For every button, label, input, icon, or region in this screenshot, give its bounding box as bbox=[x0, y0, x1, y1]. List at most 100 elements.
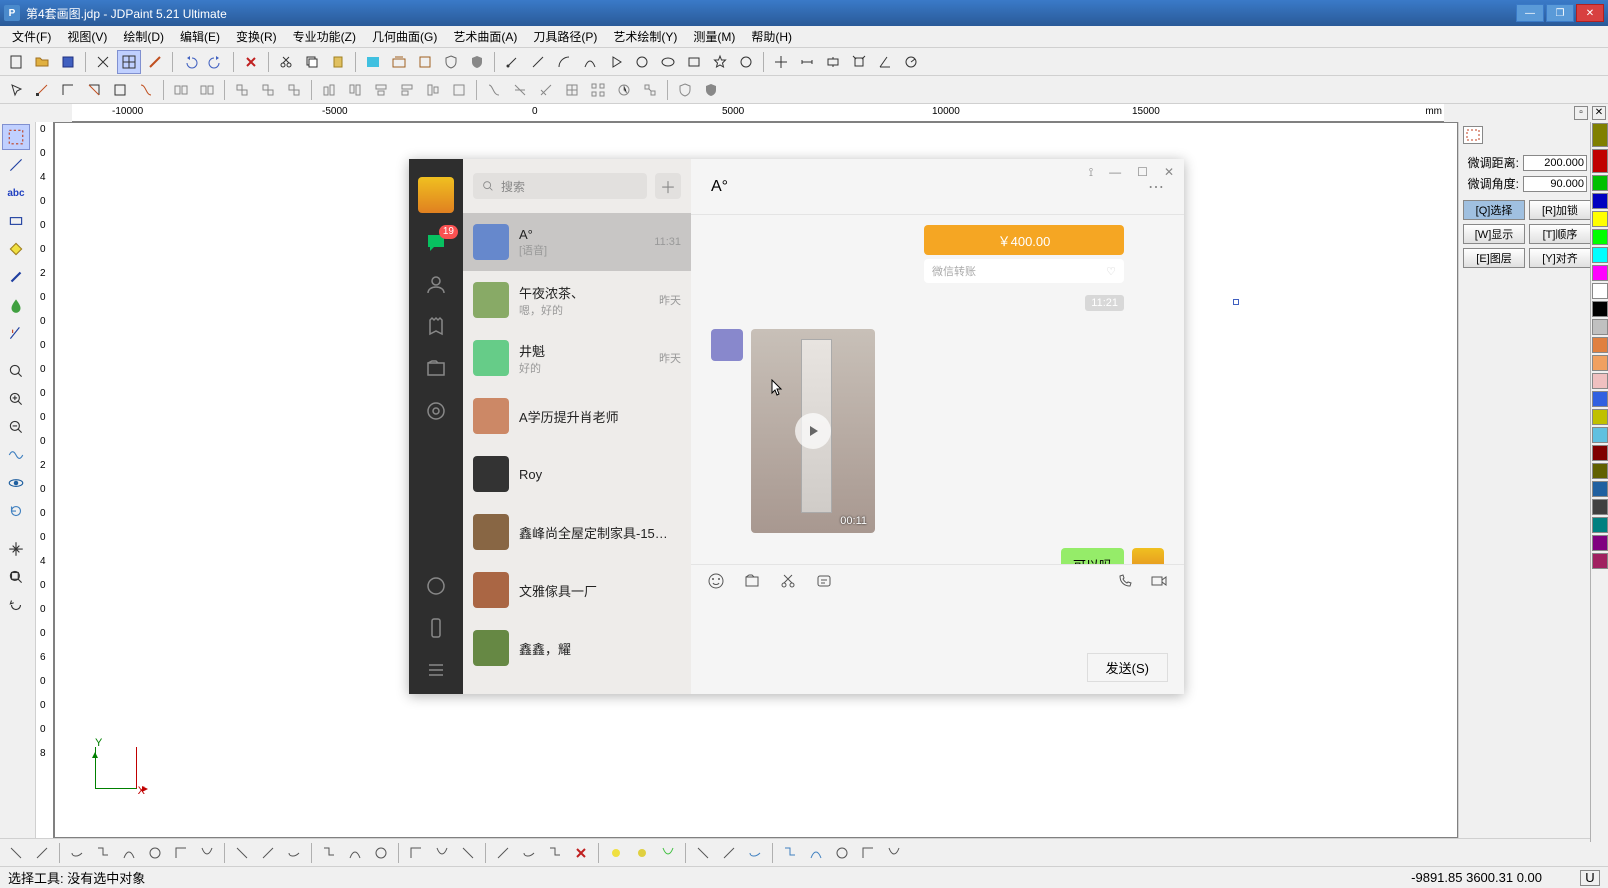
wechat-chat-item[interactable]: 井魁好的昨天 bbox=[463, 329, 691, 387]
btn-lock[interactable]: [R]加锁 bbox=[1529, 200, 1591, 220]
color-swatch[interactable] bbox=[1592, 445, 1608, 461]
bottom-tool-9[interactable] bbox=[256, 841, 280, 865]
face-icon[interactable] bbox=[108, 78, 132, 102]
dim2-icon[interactable] bbox=[821, 50, 845, 74]
bottom-tool-2[interactable] bbox=[65, 841, 89, 865]
wechat-maximize-icon[interactable]: ☐ bbox=[1137, 165, 1148, 180]
rect-icon[interactable] bbox=[682, 50, 706, 74]
curve2-icon[interactable] bbox=[134, 78, 158, 102]
bottom-tool-22[interactable] bbox=[630, 841, 654, 865]
align2-icon[interactable] bbox=[343, 78, 367, 102]
dim-icon[interactable] bbox=[795, 50, 819, 74]
wechat-miniapp-tab[interactable] bbox=[424, 574, 448, 598]
layer3-icon[interactable] bbox=[413, 50, 437, 74]
color-swatch[interactable] bbox=[1592, 229, 1608, 245]
menu-draw[interactable]: 绘制(D) bbox=[115, 26, 172, 47]
color-swatch[interactable] bbox=[1592, 175, 1608, 191]
color-swatch[interactable] bbox=[1592, 193, 1608, 209]
wechat-text-input[interactable] bbox=[691, 601, 1184, 647]
wechat-chat-item[interactable]: A°[语音]11:31 bbox=[463, 213, 691, 271]
group2-icon[interactable] bbox=[195, 78, 219, 102]
rotate-tool[interactable] bbox=[2, 592, 30, 618]
wechat-chat-tab[interactable]: 19 bbox=[424, 231, 448, 255]
paste-icon[interactable] bbox=[326, 50, 350, 74]
bottom-tool-14[interactable] bbox=[404, 841, 428, 865]
play-icon[interactable] bbox=[604, 50, 628, 74]
brush-tool[interactable] bbox=[2, 264, 30, 290]
color-swatch[interactable] bbox=[1592, 149, 1608, 173]
wechat-files-tab[interactable] bbox=[424, 357, 448, 381]
dist-input[interactable] bbox=[1523, 155, 1587, 171]
bottom-tool-5[interactable] bbox=[143, 841, 167, 865]
bottom-tool-4[interactable] bbox=[117, 841, 141, 865]
shield3-icon[interactable] bbox=[673, 78, 697, 102]
menu-art-draw[interactable]: 艺术绘制(Y) bbox=[605, 26, 685, 47]
align3-icon[interactable] bbox=[369, 78, 393, 102]
line-icon[interactable] bbox=[526, 50, 550, 74]
wechat-chat-item[interactable]: 鑫峰尚全屋定制家具-1573... bbox=[463, 503, 691, 561]
wechat-call-icon[interactable] bbox=[1116, 572, 1134, 595]
arrange2-icon[interactable] bbox=[256, 78, 280, 102]
wechat-messages[interactable]: ￥400.00 微信转账♡ 11:21 00:11 bbox=[691, 215, 1184, 564]
maximize-button[interactable]: ❐ bbox=[1546, 4, 1574, 22]
menu-toolpath[interactable]: 刀具路径(P) bbox=[525, 26, 605, 47]
layer-icon[interactable] bbox=[361, 50, 385, 74]
shield2-icon[interactable] bbox=[465, 50, 489, 74]
color-swatch[interactable] bbox=[1592, 553, 1608, 569]
color-swatch[interactable] bbox=[1592, 283, 1608, 299]
btn-align[interactable]: [Y]对齐 bbox=[1529, 248, 1591, 268]
group1-icon[interactable] bbox=[169, 78, 193, 102]
wechat-cut-icon[interactable] bbox=[779, 572, 797, 595]
dist3-icon[interactable] bbox=[534, 78, 558, 102]
menu-edit[interactable]: 编辑(E) bbox=[172, 26, 228, 47]
bottom-tool-30[interactable] bbox=[856, 841, 880, 865]
text-tool[interactable]: abc bbox=[2, 180, 30, 206]
dim3-icon[interactable] bbox=[847, 50, 871, 74]
wechat-send-button[interactable]: 发送(S) bbox=[1087, 653, 1168, 682]
point-icon[interactable] bbox=[500, 50, 524, 74]
btn-show[interactable]: [W]显示 bbox=[1463, 224, 1525, 244]
node-icon[interactable] bbox=[30, 78, 54, 102]
wechat-chat-item[interactable]: 鑫鑫，耀 bbox=[463, 619, 691, 677]
color-swatch[interactable] bbox=[1592, 211, 1608, 227]
canvas[interactable]: Y X ⟟ — ☐ ✕ 19 bbox=[54, 122, 1458, 838]
dist1-icon[interactable] bbox=[482, 78, 506, 102]
color-swatch[interactable] bbox=[1592, 427, 1608, 443]
wechat-my-avatar[interactable] bbox=[1132, 548, 1164, 564]
new-icon[interactable] bbox=[4, 50, 28, 74]
zoomfit-tool[interactable] bbox=[2, 564, 30, 590]
ortho-icon[interactable] bbox=[143, 50, 167, 74]
zoomin-tool[interactable] bbox=[2, 386, 30, 412]
delete-icon[interactable] bbox=[239, 50, 263, 74]
bottom-tool-1[interactable] bbox=[30, 841, 54, 865]
menu-file[interactable]: 文件(F) bbox=[4, 26, 59, 47]
align6-icon[interactable] bbox=[447, 78, 471, 102]
color-swatch[interactable] bbox=[1592, 463, 1608, 479]
wechat-phone-tab[interactable] bbox=[424, 616, 448, 640]
menu-help[interactable]: 帮助(H) bbox=[743, 26, 800, 47]
bottom-tool-16[interactable] bbox=[456, 841, 480, 865]
select-icon[interactable] bbox=[4, 78, 28, 102]
angle-input[interactable] bbox=[1523, 176, 1587, 192]
shield4-icon[interactable] bbox=[699, 78, 723, 102]
shape-tool[interactable] bbox=[2, 208, 30, 234]
drop-tool[interactable] bbox=[2, 292, 30, 318]
menu-measure[interactable]: 测量(M) bbox=[685, 26, 743, 47]
menu-pro[interactable]: 专业功能(Z) bbox=[285, 26, 364, 47]
zoom-tool[interactable] bbox=[2, 358, 30, 384]
star-icon[interactable] bbox=[708, 50, 732, 74]
color-swatch[interactable] bbox=[1592, 355, 1608, 371]
wechat-chat-item[interactable]: 文雅傢具一厂 bbox=[463, 561, 691, 619]
bottom-tool-8[interactable] bbox=[230, 841, 254, 865]
wechat-menu-tab[interactable] bbox=[424, 658, 448, 682]
status-mode[interactable]: U bbox=[1580, 870, 1600, 886]
polygon-icon[interactable] bbox=[734, 50, 758, 74]
bottom-tool-26[interactable] bbox=[743, 841, 767, 865]
refresh-tool[interactable] bbox=[2, 498, 30, 524]
bottom-tool-15[interactable] bbox=[430, 841, 454, 865]
arrange3-icon[interactable] bbox=[282, 78, 306, 102]
bottom-tool-21[interactable] bbox=[604, 841, 628, 865]
color-swatch[interactable] bbox=[1592, 319, 1608, 335]
bottom-tool-29[interactable] bbox=[830, 841, 854, 865]
wechat-history-icon[interactable] bbox=[815, 572, 833, 595]
